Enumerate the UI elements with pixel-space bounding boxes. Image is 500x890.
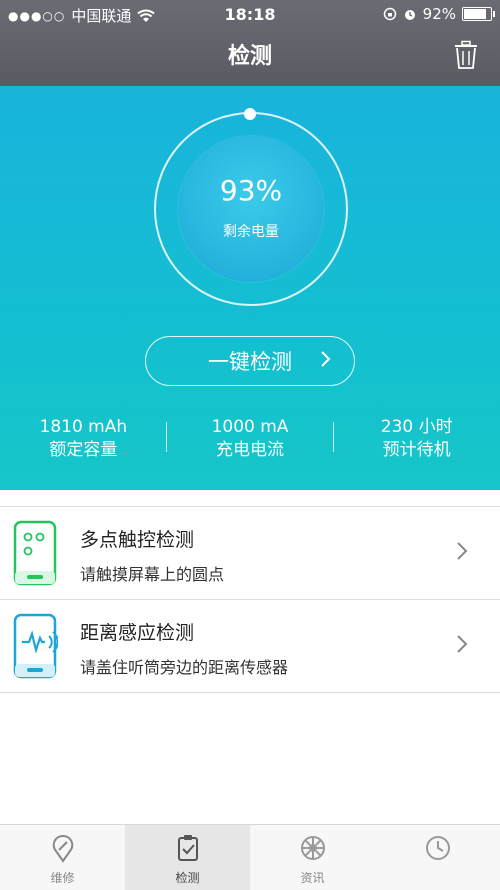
stat-capacity: 1810 mAh 额定容量 bbox=[0, 416, 167, 466]
chevron-right-icon bbox=[457, 635, 468, 653]
wrench-icon bbox=[52, 834, 73, 863]
tab-label: 维修 bbox=[50, 871, 75, 885]
list-item-proximity[interactable]: 距离感应检测 请盖住听筒旁边的距离传感器 bbox=[0, 599, 500, 693]
battery-percent: 92% bbox=[422, 5, 456, 23]
tab-label: 资讯 bbox=[300, 871, 325, 885]
battery-percent-large: 93% bbox=[219, 174, 283, 207]
tab-check[interactable]: 检测 bbox=[125, 825, 250, 890]
phone-touch-icon bbox=[13, 520, 57, 586]
stat-divider bbox=[333, 422, 334, 452]
stat-label: 充电电流 bbox=[216, 440, 284, 460]
list-item-subtitle: 请盖住听筒旁边的距离传感器 bbox=[80, 658, 289, 677]
ring-indicator-dot bbox=[244, 108, 256, 120]
news-icon bbox=[300, 836, 325, 860]
status-bar: ●●●○○ 中国联通 18:18 92% bbox=[0, 0, 500, 28]
stat-label: 额定容量 bbox=[49, 440, 118, 460]
alarm-icon bbox=[404, 10, 415, 20]
chevron-right-icon bbox=[457, 542, 468, 560]
list-item-title: 距离感应检测 bbox=[80, 622, 195, 644]
stat-value: 1810 mAh bbox=[39, 417, 128, 437]
check-list: 多点触控检测 请触摸屏幕上的圆点 距离感应检测 请盖住听筒旁边的距离传感器 bbox=[0, 506, 500, 693]
battery-icon bbox=[462, 7, 495, 21]
stat-charge-current: 1000 mA 充电电流 bbox=[167, 416, 334, 466]
battery-panel: 93% 剩余电量 一键检测 1810 mAh 额定容量 1000 mA 充电电流… bbox=[0, 86, 500, 490]
list-item-subtitle: 请触摸屏幕上的圆点 bbox=[80, 565, 225, 584]
clock-icon bbox=[425, 836, 450, 860]
chevron-right-icon bbox=[321, 351, 331, 367]
tab-bar: 维修 检测 资讯 bbox=[0, 824, 500, 890]
battery-fill bbox=[464, 9, 486, 19]
trash-icon[interactable] bbox=[452, 40, 480, 70]
clipboard-check-icon bbox=[177, 835, 198, 861]
check-button-label: 一键检测 bbox=[208, 350, 292, 374]
one-click-check-button[interactable]: 一键检测 bbox=[145, 336, 355, 386]
stat-standby: 230 小时 预计待机 bbox=[333, 416, 500, 466]
page-title: 检测 bbox=[227, 44, 272, 69]
rotation-lock-icon bbox=[383, 7, 396, 21]
stat-value: 1000 mA bbox=[211, 417, 289, 437]
stat-divider bbox=[166, 422, 167, 452]
list-item-multitouch[interactable]: 多点触控检测 请触摸屏幕上的圆点 bbox=[0, 506, 500, 599]
battery-core-circle bbox=[178, 136, 324, 282]
list-item-title: 多点触控检测 bbox=[80, 529, 195, 551]
tab-repair[interactable]: 维修 bbox=[0, 825, 125, 890]
phone-proximity-icon bbox=[13, 613, 58, 679]
battery-remaining-label: 剩余电量 bbox=[223, 224, 279, 240]
stat-value: 230 小时 bbox=[380, 417, 453, 437]
tab-news[interactable]: 资讯 bbox=[250, 825, 375, 890]
stat-label: 预计待机 bbox=[382, 440, 451, 460]
tab-history[interactable] bbox=[375, 825, 500, 890]
battery-stats: 1810 mAh 额定容量 1000 mA 充电电流 230 小时 预计待机 bbox=[0, 416, 500, 466]
header-bar: ●●●○○ 中国联通 18:18 92% 检测 bbox=[0, 0, 500, 86]
tab-label: 检测 bbox=[175, 871, 200, 885]
